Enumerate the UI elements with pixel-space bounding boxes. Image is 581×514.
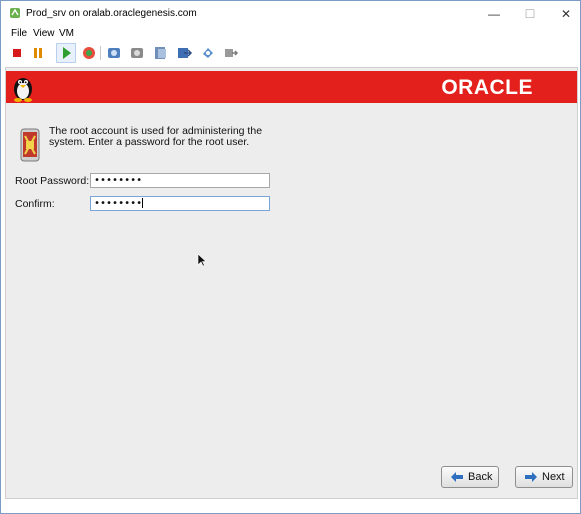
play-icon[interactable] [56,43,76,63]
refresh-icon[interactable] [80,44,98,62]
confirm-password-value: •••••••• [94,198,143,209]
menu-file[interactable]: File [11,28,27,39]
close-button[interactable]: ✕ [551,4,581,24]
title-bar: Prod_srv on oralab.oraclegenesis.com — ☐… [1,1,580,27]
root-password-input[interactable]: •••••••• [90,173,270,188]
snapshot-revert-icon[interactable] [152,44,170,62]
vm-console-window: Prod_srv on oralab.oraclegenesis.com — ☐… [0,0,581,514]
minimize-button[interactable]: — [479,4,509,24]
toolbar-separator [100,46,101,60]
back-arrow-icon [451,472,463,482]
window-title: Prod_srv on oralab.oraclegenesis.com [26,8,197,19]
transfer-icon[interactable] [222,44,240,62]
mouse-cursor-icon [197,253,207,267]
root-password-label: Root Password: [15,175,90,187]
snapshot-icon[interactable] [105,44,123,62]
status-bar [5,499,576,511]
send-icon[interactable] [175,44,193,62]
maximize-button[interactable]: ☐ [515,4,545,24]
toolbar [1,41,580,65]
vm-display[interactable]: ORACLE The root account is used for admi… [5,67,578,499]
text-caret [142,198,144,208]
confirm-password-input[interactable]: •••••••• [90,196,270,211]
confirm-password-label: Confirm: [15,198,55,210]
security-shield-icon [20,128,40,162]
back-label: Back [468,471,493,483]
oracle-banner: ORACLE [6,71,577,103]
root-account-info: The root account is used for administeri… [49,125,263,148]
menu-view[interactable]: View [33,28,55,39]
menu-bar: File View VM [1,27,580,41]
tux-penguin-icon [14,78,32,102]
settings-icon[interactable] [199,44,217,62]
next-arrow-icon [525,472,537,482]
next-button[interactable]: Next [515,466,573,488]
snapshot-manage-icon[interactable] [128,44,146,62]
oracle-logo: ORACLE [441,76,533,99]
app-icon [10,8,20,18]
stop-icon[interactable] [8,44,26,62]
back-button[interactable]: Back [441,466,499,488]
root-password-value: •••••••• [94,175,143,186]
next-label: Next [542,471,565,483]
menu-vm[interactable]: VM [59,28,74,39]
pause-icon[interactable] [29,44,47,62]
